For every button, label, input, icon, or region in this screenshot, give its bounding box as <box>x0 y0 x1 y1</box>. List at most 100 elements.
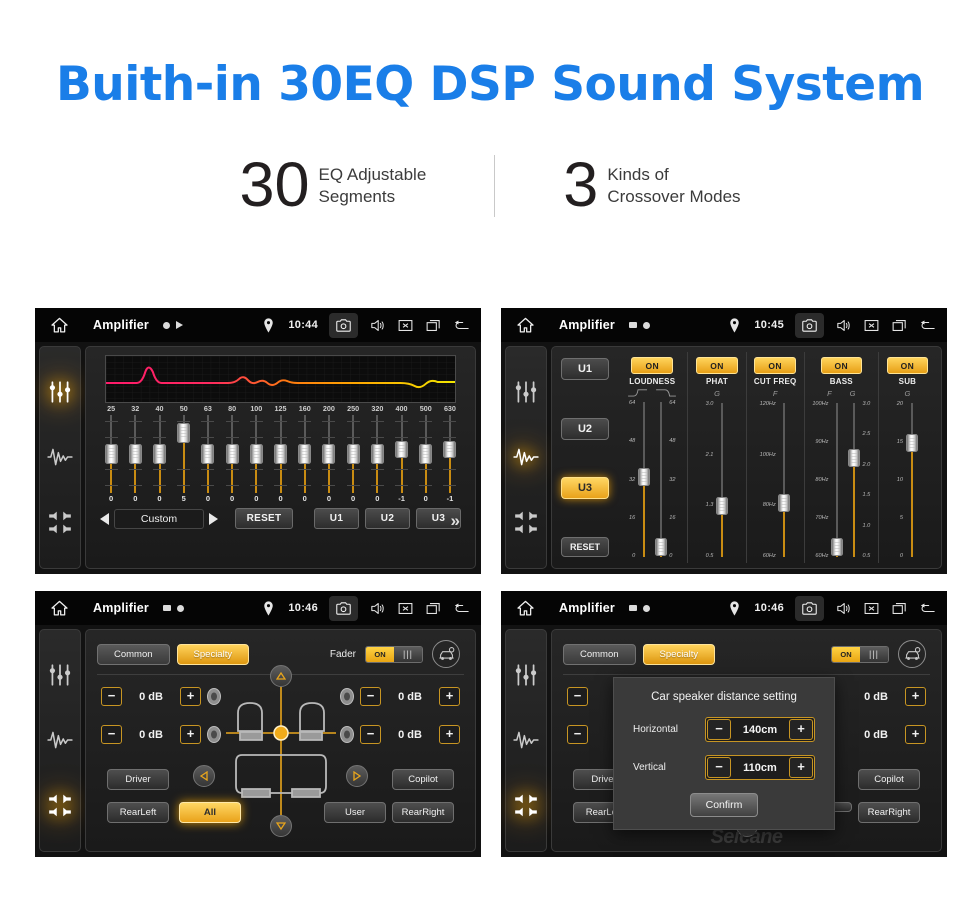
back-icon[interactable] <box>919 317 936 334</box>
confirm-button[interactable]: Confirm <box>690 793 758 817</box>
eq-slider[interactable] <box>438 415 462 493</box>
eq-slider[interactable] <box>341 415 365 493</box>
fader-right-button[interactable] <box>346 765 368 787</box>
screenshot-camera-icon[interactable] <box>329 312 358 338</box>
waveform-icon[interactable] <box>47 444 73 470</box>
equalizer-icon[interactable] <box>513 379 539 405</box>
bass-on-button[interactable]: ON <box>820 357 863 374</box>
preset-u2-button[interactable]: U2 <box>365 508 410 529</box>
increment-button[interactable]: + <box>439 687 460 706</box>
fader-left-button[interactable] <box>193 765 215 787</box>
recent-apps-icon[interactable] <box>891 600 908 617</box>
home-icon[interactable] <box>49 316 70 335</box>
eq-slider[interactable] <box>244 415 268 493</box>
close-box-icon[interactable] <box>397 317 414 334</box>
position-rearright-button[interactable]: RearRight <box>392 802 454 823</box>
cutfreq-slider[interactable]: 120Hz 100Hz 80Hz 60Hz <box>760 401 791 559</box>
back-icon[interactable] <box>919 600 936 617</box>
loudness-slider-right[interactable]: 64 48 32 16 0 <box>654 400 675 559</box>
prev-preset-button[interactable] <box>100 512 109 525</box>
fader-toggle[interactable]: ON ||| <box>365 645 423 663</box>
eq-slider[interactable] <box>389 415 413 493</box>
close-box-icon[interactable] <box>863 317 880 334</box>
balance-fader-icon[interactable] <box>47 793 73 819</box>
loudness-slider-left[interactable]: 64 48 32 16 0 <box>629 400 650 559</box>
next-preset-button[interactable] <box>209 512 218 525</box>
increment-button[interactable]: + <box>439 725 460 744</box>
tab-common[interactable]: Common <box>97 643 170 665</box>
position-user-button[interactable]: User <box>324 802 386 823</box>
phat-on-button[interactable]: ON <box>696 357 738 374</box>
preset-u1-button[interactable]: U1 <box>314 508 359 529</box>
cutfreq-on-button[interactable]: ON <box>754 357 796 374</box>
recent-apps-icon[interactable] <box>425 600 442 617</box>
waveform-icon[interactable] <box>513 444 539 470</box>
equalizer-icon[interactable] <box>47 379 73 405</box>
tab-specialty[interactable]: Specialty <box>176 643 250 665</box>
recent-apps-icon[interactable] <box>891 317 908 334</box>
close-box-icon[interactable] <box>397 600 414 617</box>
volume-icon[interactable] <box>835 600 852 617</box>
waveform-icon[interactable] <box>47 727 73 753</box>
increment-button[interactable]: + <box>789 719 813 740</box>
volume-icon[interactable] <box>835 317 852 334</box>
equalizer-icon[interactable] <box>47 662 73 688</box>
decrement-button[interactable]: − <box>707 719 731 740</box>
home-icon[interactable] <box>515 599 536 618</box>
next-page-chevron-icon[interactable]: » <box>451 511 460 531</box>
eq-slider[interactable] <box>268 415 292 493</box>
volume-icon[interactable] <box>369 600 386 617</box>
eq-slider[interactable] <box>123 415 147 493</box>
bass-freq-slider[interactable]: 100Hz 90Hz 80Hz 70Hz 60Hz <box>812 401 843 559</box>
recent-apps-icon[interactable] <box>425 317 442 334</box>
home-icon[interactable] <box>49 599 70 618</box>
position-copilot-button[interactable]: Copilot <box>392 769 454 790</box>
vertical-stepper[interactable]: − 110cm + <box>705 755 815 780</box>
eq-slider[interactable] <box>365 415 389 493</box>
balance-fader-icon[interactable] <box>513 510 539 536</box>
screenshot-camera-icon[interactable] <box>795 595 824 621</box>
horizontal-stepper[interactable]: − 140cm + <box>705 717 815 742</box>
car-settings-button[interactable] <box>432 640 460 668</box>
eq-slider[interactable] <box>293 415 317 493</box>
eq-slider[interactable] <box>220 415 244 493</box>
increment-button[interactable]: + <box>789 757 813 778</box>
sub-on-button[interactable]: ON <box>886 357 929 374</box>
preset-u1-button[interactable]: U1 <box>561 358 609 380</box>
screenshot-camera-icon[interactable] <box>795 312 824 338</box>
increment-button[interactable]: + <box>180 687 201 706</box>
eq-slider[interactable] <box>196 415 220 493</box>
increment-button[interactable]: + <box>180 725 201 744</box>
eq-slider[interactable] <box>317 415 341 493</box>
back-icon[interactable] <box>453 317 470 334</box>
back-icon[interactable] <box>453 600 470 617</box>
position-rearleft-button[interactable]: RearLeft <box>107 802 169 823</box>
fader-down-button[interactable] <box>269 815 292 837</box>
bass-gain-slider[interactable]: 3.0 2.5 2.0 1.5 1.0 0.5 <box>847 401 870 559</box>
position-driver-button[interactable]: Driver <box>107 769 169 790</box>
screenshot-camera-icon[interactable] <box>329 595 358 621</box>
decrement-button[interactable]: − <box>360 725 381 744</box>
preset-u3-button[interactable]: U3 <box>561 477 609 500</box>
fader-up-button[interactable] <box>269 665 292 687</box>
decrement-button[interactable]: − <box>101 725 122 744</box>
sub-slider[interactable]: 20 15 10 5 0 <box>897 401 918 559</box>
volume-icon[interactable] <box>369 317 386 334</box>
decrement-button[interactable]: − <box>707 757 731 778</box>
home-icon[interactable] <box>515 316 536 335</box>
reset-button[interactable]: RESET <box>561 536 609 557</box>
eq-slider[interactable] <box>414 415 438 493</box>
preset-u2-button[interactable]: U2 <box>561 417 609 440</box>
decrement-button[interactable]: − <box>360 687 381 706</box>
reset-button[interactable]: RESET <box>235 508 293 529</box>
decrement-button[interactable]: − <box>101 687 122 706</box>
balance-fader-icon[interactable] <box>47 510 73 536</box>
horizontal-value: 140cm <box>742 723 778 736</box>
eq-slider[interactable] <box>172 415 196 493</box>
position-all-button[interactable]: All <box>179 802 241 823</box>
loudness-on-button[interactable]: ON <box>631 357 673 374</box>
close-box-icon[interactable] <box>863 600 880 617</box>
eq-slider[interactable] <box>99 415 123 493</box>
phat-slider[interactable]: 3.0 2.1 1.3 0.5 <box>706 401 729 559</box>
eq-slider[interactable] <box>147 415 171 493</box>
